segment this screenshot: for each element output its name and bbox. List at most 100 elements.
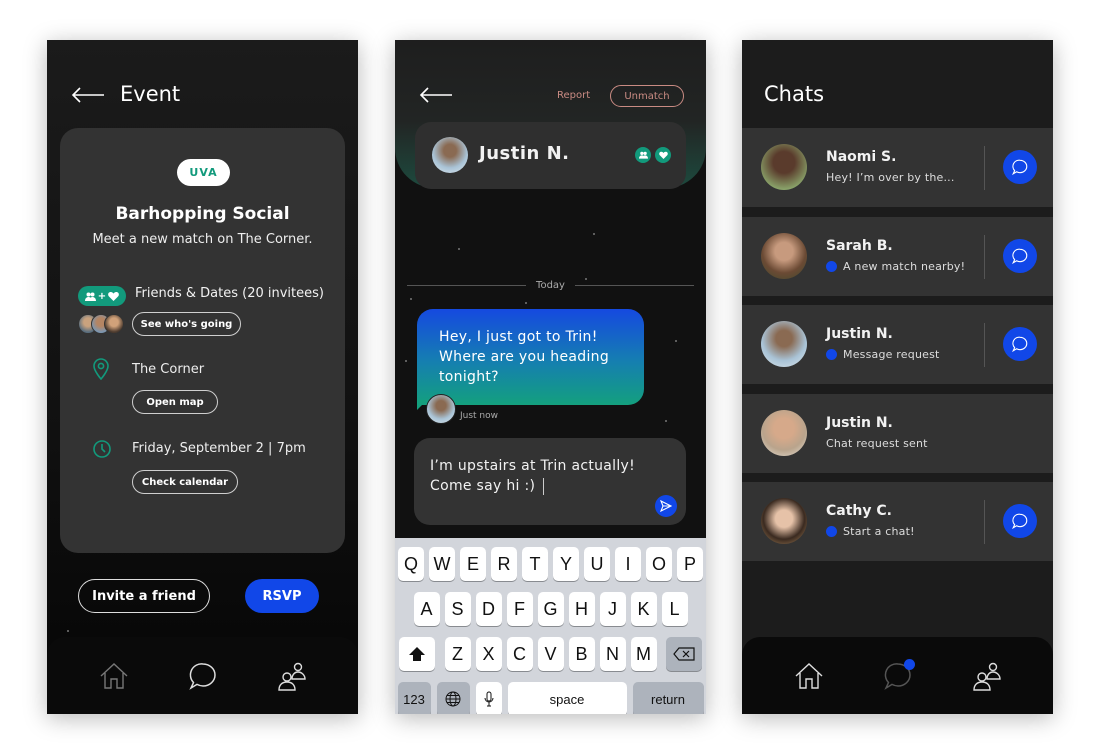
invite-friend-button[interactable]: Invite a friend bbox=[78, 579, 210, 613]
key[interactable]: G bbox=[537, 592, 564, 626]
globe-key[interactable] bbox=[436, 682, 470, 714]
page-title: Event bbox=[120, 82, 181, 106]
avatar bbox=[761, 498, 807, 544]
key[interactable]: B bbox=[568, 637, 595, 671]
key[interactable]: H bbox=[568, 592, 595, 626]
chat-list-item[interactable]: Justin N. Chat request sent bbox=[742, 394, 1053, 473]
key[interactable]: L bbox=[661, 592, 688, 626]
keyboard-row: QWERTYUIOP bbox=[397, 547, 704, 581]
chat-header: Report Unmatch Justin N. bbox=[395, 40, 706, 189]
key[interactable]: F bbox=[506, 592, 533, 626]
incoming-message: Hey, I just got to Trin! Where are you h… bbox=[417, 309, 644, 405]
message-preview: Message request bbox=[826, 348, 940, 361]
key[interactable]: D bbox=[475, 592, 502, 626]
key[interactable]: E bbox=[460, 547, 486, 581]
open-chat-button[interactable] bbox=[1003, 239, 1037, 273]
key[interactable]: M bbox=[630, 637, 657, 671]
arrow-left-icon[interactable] bbox=[419, 86, 453, 104]
open-chat-button[interactable] bbox=[1003, 504, 1037, 538]
key[interactable]: Q bbox=[398, 547, 424, 581]
microphone-key[interactable] bbox=[475, 682, 502, 714]
message-time: Just now bbox=[460, 411, 499, 421]
avatar bbox=[761, 233, 807, 279]
date-divider: Today bbox=[407, 280, 695, 291]
location-label: The Corner bbox=[132, 362, 205, 377]
key[interactable]: X bbox=[475, 637, 502, 671]
unread-dot bbox=[826, 526, 837, 537]
text-caret bbox=[543, 477, 545, 495]
key[interactable]: V bbox=[537, 637, 564, 671]
heart-icon bbox=[655, 147, 671, 163]
tab-home[interactable] bbox=[97, 659, 131, 693]
preview-text: A new match nearby! bbox=[843, 260, 966, 273]
shift-icon bbox=[409, 647, 425, 661]
chat-icon bbox=[188, 662, 216, 690]
chat-list-item[interactable]: Sarah B. A new match nearby! bbox=[742, 217, 1053, 296]
avatar bbox=[761, 144, 807, 190]
message-input[interactable]: I’m upstairs at Trin actually! Come say … bbox=[414, 438, 686, 525]
key[interactable]: T bbox=[522, 547, 548, 581]
unread-dot bbox=[826, 261, 837, 272]
tab-people[interactable] bbox=[970, 659, 1004, 693]
report-link[interactable]: Report bbox=[557, 90, 590, 101]
key[interactable]: C bbox=[506, 637, 533, 671]
open-chat-button[interactable] bbox=[1003, 327, 1037, 361]
globe-icon bbox=[445, 691, 461, 707]
event-card: UVA Barhopping Social Meet a new match o… bbox=[60, 128, 345, 553]
key[interactable]: U bbox=[584, 547, 610, 581]
key[interactable]: I bbox=[615, 547, 641, 581]
key[interactable]: A bbox=[413, 592, 440, 626]
key[interactable]: R bbox=[491, 547, 517, 581]
key[interactable]: S bbox=[444, 592, 471, 626]
tab-home[interactable] bbox=[792, 659, 826, 693]
unmatch-button[interactable]: Unmatch bbox=[610, 85, 684, 107]
tab-bar bbox=[742, 637, 1053, 714]
chat-list-item[interactable]: Cathy C. Start a chat! bbox=[742, 482, 1053, 561]
open-chat-button[interactable] bbox=[1003, 150, 1037, 184]
clock-icon bbox=[93, 440, 111, 458]
contact-card[interactable]: Justin N. bbox=[415, 122, 686, 189]
numbers-key[interactable]: 123 bbox=[397, 682, 431, 714]
message-preview: Hey! I’m over by the... bbox=[826, 171, 955, 184]
backspace-icon bbox=[673, 647, 695, 661]
chat-icon bbox=[1011, 513, 1028, 530]
contact-name: Justin N. bbox=[826, 326, 893, 342]
key[interactable]: J bbox=[599, 592, 626, 626]
chat-screen: Report Unmatch Justin N. Today Hey, I ju… bbox=[395, 40, 706, 714]
tab-chats[interactable] bbox=[186, 659, 220, 693]
keyboard-row: 123 space return bbox=[397, 682, 704, 714]
arrow-left-icon[interactable] bbox=[71, 86, 105, 104]
divider bbox=[984, 235, 985, 279]
shift-key[interactable] bbox=[399, 637, 435, 671]
key[interactable]: P bbox=[677, 547, 703, 581]
open-map-button[interactable]: Open map bbox=[132, 390, 218, 414]
rsvp-button[interactable]: RSVP bbox=[245, 579, 319, 613]
see-whos-going-button[interactable]: See who's going bbox=[132, 312, 241, 336]
event-subtitle: Meet a new match on The Corner. bbox=[92, 232, 313, 247]
return-key[interactable]: return bbox=[632, 682, 704, 714]
audience-label: Friends & Dates (20 invitees) bbox=[135, 286, 324, 301]
keyboard-row: ZXCVBNM bbox=[397, 637, 704, 671]
key[interactable]: K bbox=[630, 592, 657, 626]
audience-badge: + bbox=[78, 286, 126, 306]
chat-list-item[interactable]: Justin N. Message request bbox=[742, 305, 1053, 384]
chat-list-item[interactable]: Naomi S. Hey! I’m over by the... bbox=[742, 128, 1053, 207]
time-label: Friday, September 2 | 7pm bbox=[132, 441, 306, 456]
send-button[interactable] bbox=[655, 495, 677, 517]
key[interactable]: O bbox=[646, 547, 672, 581]
tab-people[interactable] bbox=[275, 659, 309, 693]
divider bbox=[984, 500, 985, 544]
key[interactable]: N bbox=[599, 637, 626, 671]
backspace-key[interactable] bbox=[666, 637, 702, 671]
chat-icon bbox=[1011, 336, 1028, 353]
key[interactable]: Z bbox=[444, 637, 471, 671]
preview-text: Message request bbox=[843, 348, 940, 361]
check-calendar-button[interactable]: Check calendar bbox=[132, 470, 238, 494]
group-icon bbox=[635, 147, 651, 163]
key[interactable]: W bbox=[429, 547, 455, 581]
preview-text: Chat request sent bbox=[826, 437, 928, 450]
divider bbox=[984, 323, 985, 367]
space-key[interactable]: space bbox=[507, 682, 627, 714]
key[interactable]: Y bbox=[553, 547, 579, 581]
tab-chats[interactable] bbox=[881, 658, 915, 693]
